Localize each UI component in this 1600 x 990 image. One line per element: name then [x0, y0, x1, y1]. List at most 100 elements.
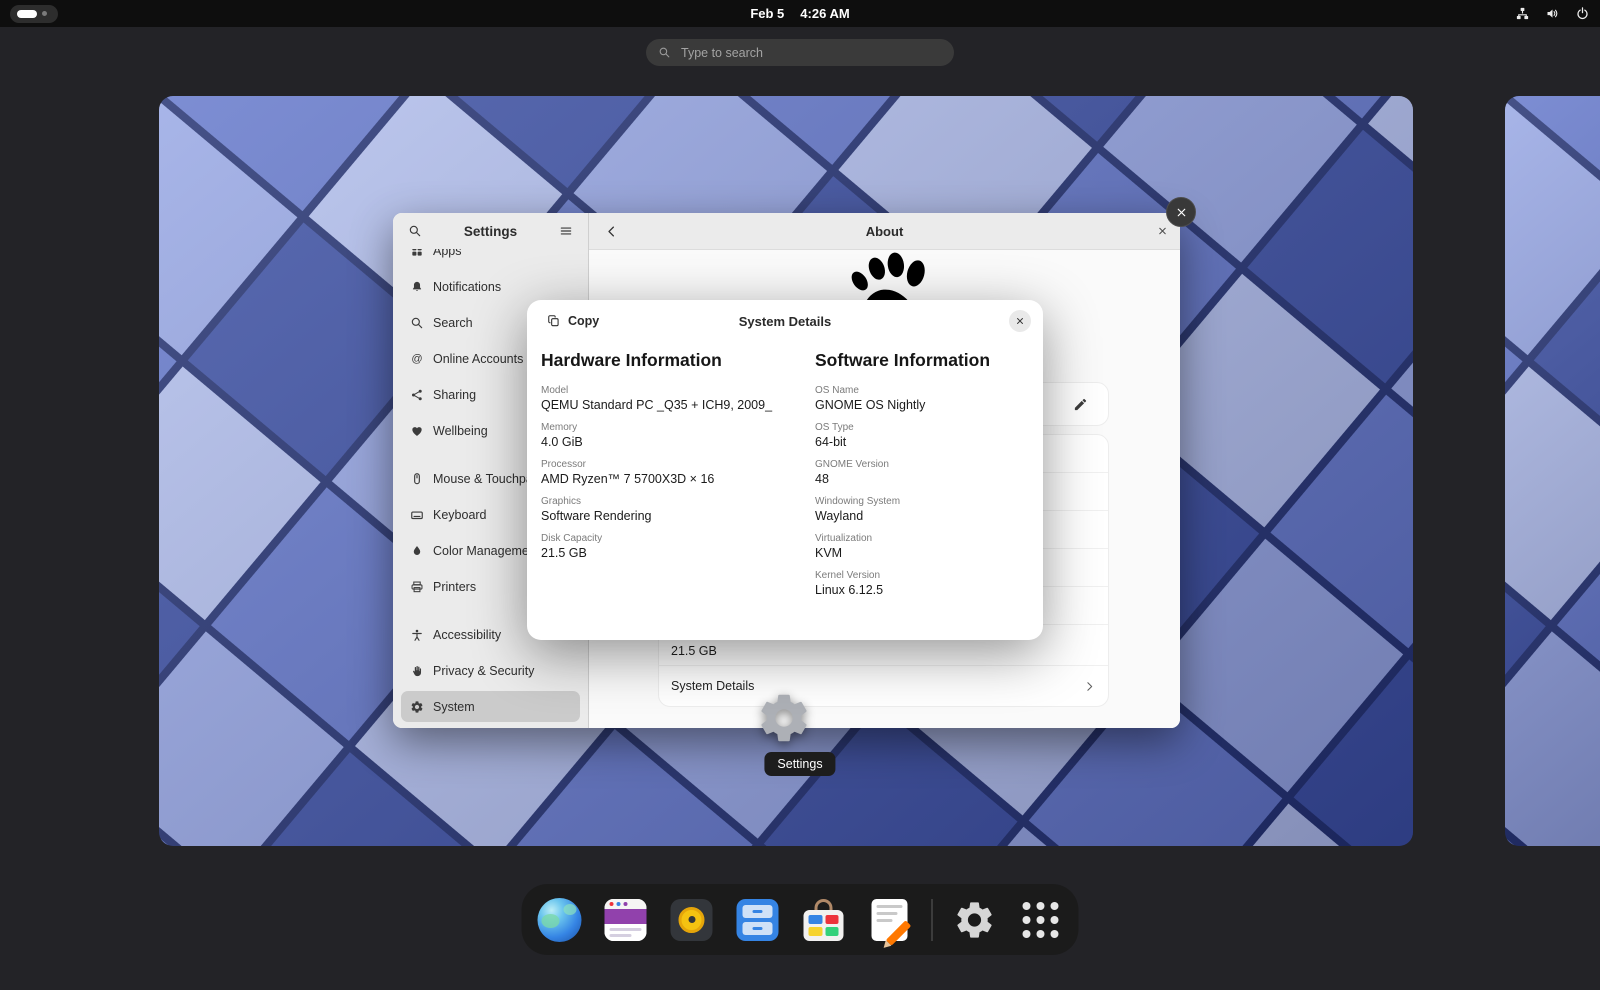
- pencil-icon: [886, 920, 911, 945]
- drawer-handle: [753, 910, 763, 913]
- app-grid-icon: [1023, 902, 1059, 938]
- clock[interactable]: Feb 5 4:26 AM: [750, 6, 849, 21]
- files-icon: [737, 899, 779, 941]
- drawer-handle: [753, 927, 763, 930]
- page-title: About: [866, 224, 904, 239]
- system-details-row[interactable]: System Details: [659, 666, 1108, 706]
- calendar-band: [605, 909, 647, 924]
- info-value: KVM: [815, 546, 1029, 560]
- copy-button-label: Copy: [568, 314, 599, 328]
- system-details-dialog: Copy System Details Hardware Information…: [527, 300, 1043, 640]
- dialog-header: Copy System Details: [527, 300, 1043, 342]
- drawer: [743, 905, 773, 918]
- info-label: GNOME Version: [815, 459, 1029, 470]
- dock-item-software[interactable]: [800, 896, 848, 944]
- grid-dot: [1037, 930, 1045, 938]
- window-close-button-small[interactable]: [1157, 226, 1168, 237]
- at-icon: [410, 352, 424, 366]
- date-label: Feb 5: [750, 6, 784, 21]
- hand-icon: [410, 664, 424, 678]
- calendar-dot: [617, 902, 621, 906]
- sidebar-item-label: Mouse & Touchpad: [433, 472, 540, 486]
- info-value: 21.5 GB: [541, 546, 815, 560]
- close-icon: [1015, 316, 1025, 326]
- dash-dock: [522, 884, 1079, 955]
- pencil-tip: [881, 940, 892, 951]
- dock-item-app-grid[interactable]: [1017, 896, 1065, 944]
- text-editor-icon: [872, 899, 908, 941]
- info-value: 64-bit: [815, 435, 1029, 449]
- info-row: Virtualization KVM: [815, 533, 1029, 560]
- calendar-line: [610, 928, 642, 931]
- window-app-label: Settings: [764, 752, 835, 776]
- dock-item-settings[interactable]: [951, 896, 999, 944]
- sidebar-item-label: Notifications: [433, 280, 501, 294]
- drawer: [743, 922, 773, 935]
- dock-item-files[interactable]: [734, 896, 782, 944]
- grid-dot: [1051, 916, 1059, 924]
- globe-landmass: [542, 914, 560, 928]
- info-value: 4.0 GiB: [541, 435, 815, 449]
- sidebar-search-button[interactable]: [403, 219, 427, 243]
- info-row: Windowing System Wayland: [815, 496, 1029, 523]
- grid-dot: [1051, 902, 1059, 910]
- top-bar: Feb 5 4:26 AM: [0, 0, 1600, 27]
- close-icon: [1175, 206, 1188, 219]
- next-workspace-thumbnail[interactable]: [1505, 96, 1600, 846]
- sidebar-header: Settings: [393, 213, 588, 249]
- copy-button[interactable]: Copy: [539, 309, 607, 333]
- close-icon: [1157, 226, 1168, 237]
- sidebar-item-notifications[interactable]: Notifications: [401, 271, 580, 302]
- info-row: Disk Capacity 21.5 GB: [541, 533, 815, 560]
- sidebar-item-label: Printers: [433, 580, 476, 594]
- dock-item-calendar[interactable]: [602, 896, 650, 944]
- sidebar-item-system[interactable]: System: [401, 691, 580, 722]
- settings-app-icon[interactable]: [755, 689, 813, 747]
- grid-dot: [1037, 916, 1045, 924]
- disk-capacity-value: 21.5 GB: [671, 644, 717, 658]
- info-row: Memory 4.0 GiB: [541, 422, 815, 449]
- active-workspace-pill: [17, 10, 37, 18]
- power-icon: [1575, 6, 1590, 21]
- dock-item-media-player[interactable]: [668, 896, 716, 944]
- chevron-left-icon: [604, 224, 619, 239]
- gear-icon: [410, 700, 424, 714]
- sidebar-title: Settings: [433, 224, 548, 239]
- sidebar-item-privacy-security[interactable]: Privacy & Security: [401, 655, 580, 686]
- back-button[interactable]: [599, 219, 623, 243]
- info-label: Memory: [541, 422, 815, 433]
- wallpaper-shade: [1505, 96, 1600, 846]
- info-row: Model QEMU Standard PC _Q35 + ICH9, 2009…: [541, 385, 815, 412]
- overview-search[interactable]: [646, 39, 954, 66]
- volume-icon: [1545, 6, 1560, 21]
- hamburger-menu-icon: [559, 224, 573, 238]
- app-tile: [825, 927, 839, 936]
- web-icon: [538, 898, 582, 942]
- info-label: OS Name: [815, 385, 1029, 396]
- keyboard-icon: [410, 508, 424, 522]
- edit-device-name-button[interactable]: [1066, 390, 1094, 418]
- text-line: [877, 905, 903, 908]
- pencil-icon: [1073, 397, 1088, 412]
- about-header: About: [589, 213, 1180, 250]
- sidebar-item-label: Privacy & Security: [433, 664, 534, 678]
- calendar-dot: [624, 902, 628, 906]
- section-title: Hardware Information: [541, 350, 815, 371]
- color-profile-icon: [410, 544, 424, 558]
- info-row: Kernel Version Linux 6.12.5: [815, 570, 1029, 597]
- software-store-icon: [804, 899, 844, 941]
- bag-body: [804, 910, 844, 941]
- overview-close-window-button[interactable]: [1166, 197, 1196, 227]
- search-input[interactable]: [679, 45, 942, 61]
- dock-item-web[interactable]: [536, 896, 584, 944]
- dialog-close-button[interactable]: [1009, 310, 1031, 332]
- info-label: Processor: [541, 459, 815, 470]
- info-value: Linux 6.12.5: [815, 583, 1029, 597]
- info-row: OS Name GNOME OS Nightly: [815, 385, 1029, 412]
- system-status-area[interactable]: [1515, 6, 1590, 21]
- media-player-icon: [671, 899, 713, 941]
- dock-item-text-editor[interactable]: [866, 896, 914, 944]
- main-menu-button[interactable]: [554, 219, 578, 243]
- workspace-indicator[interactable]: [10, 5, 58, 23]
- text-line: [877, 919, 893, 922]
